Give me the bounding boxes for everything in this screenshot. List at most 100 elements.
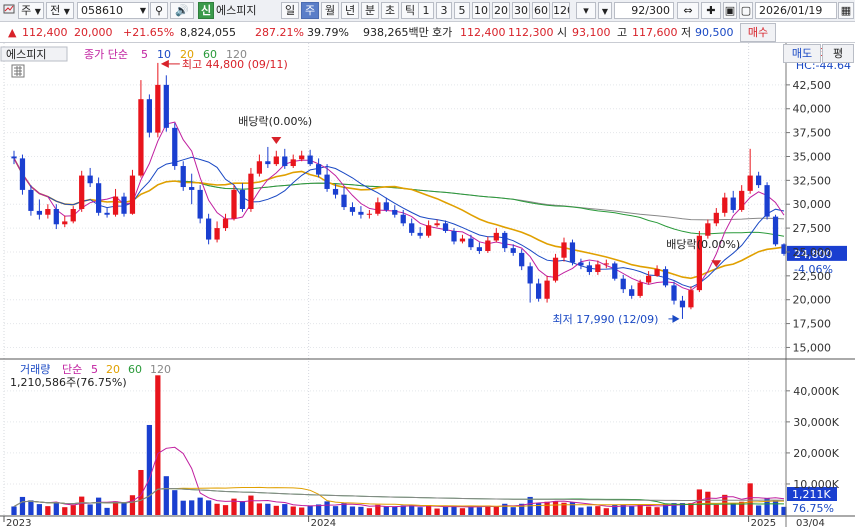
search-button[interactable]: ⚲: [150, 2, 168, 19]
candle-body: [468, 238, 474, 248]
volume-bar: [493, 506, 499, 515]
price-infobar: ▲ 112,400 20,000 +21.65% 8,824,055 287.2…: [0, 22, 855, 43]
chevron-down-icon: ▼: [34, 7, 41, 16]
candle-body: [383, 202, 389, 210]
price-legend-title: 종가 단순: [84, 48, 128, 61]
candle-body: [645, 275, 652, 283]
volume-bar: [172, 490, 178, 515]
market-select[interactable]: 주 ▼: [18, 2, 44, 19]
number-tab-60[interactable]: 60: [532, 2, 550, 19]
volume-bar: [696, 489, 703, 515]
volume-bar: [510, 507, 516, 515]
candle-body: [11, 156, 17, 159]
volume-bar: [417, 507, 423, 515]
volume-ratio: 287.21%: [255, 26, 304, 39]
candle-body: [671, 285, 677, 301]
volume-bar: [392, 506, 398, 515]
buy-button[interactable]: 매수: [740, 23, 776, 42]
save-button[interactable]: ▣: [723, 2, 737, 19]
candle-body: [95, 183, 102, 213]
calendar-icon: ▦: [840, 4, 852, 17]
period-dropdown[interactable]: ▼: [598, 2, 612, 19]
period-tab-4[interactable]: 분: [361, 2, 379, 19]
candle-body: [205, 218, 212, 240]
number-tab-30[interactable]: 30: [512, 2, 530, 19]
candle-body: [519, 252, 525, 267]
candle-body: [366, 213, 373, 215]
price-tick-label: 30,000: [793, 198, 832, 211]
number-tab-5[interactable]: 5: [454, 2, 470, 19]
candle-body: [603, 263, 609, 265]
candle-body: [561, 242, 567, 258]
volume-bar: [62, 507, 68, 515]
lock-button[interactable]: ▢: [739, 2, 753, 19]
chart-type-icon[interactable]: [2, 2, 16, 19]
volume-bar: [730, 503, 736, 515]
x-tick-label: 2023: [6, 518, 31, 527]
turnover-rate: 39.79%: [307, 26, 349, 39]
volume-bar: [569, 502, 576, 515]
volume-bar: [87, 504, 93, 515]
period-tab-6[interactable]: 틱: [401, 2, 419, 19]
number-tab-1[interactable]: 1: [418, 2, 434, 19]
period-tab-1[interactable]: 주: [301, 2, 319, 19]
period-tab-3[interactable]: 년: [341, 2, 359, 19]
market-alt-select[interactable]: 전 ▼: [46, 2, 74, 19]
volume-bar: [366, 508, 373, 515]
candle-body: [392, 209, 398, 215]
tools-button[interactable]: ✚: [701, 2, 721, 19]
candle-body: [19, 158, 26, 190]
quote-label: 호가: [432, 26, 453, 39]
candle-body: [62, 221, 68, 225]
stock-code-input[interactable]: 058610 ▼: [77, 2, 149, 19]
open-label: 시: [557, 26, 568, 39]
volume-tick-label: 10,000K: [793, 478, 839, 491]
candle-body: [197, 189, 203, 219]
eval-button[interactable]: 평: [822, 44, 854, 63]
sell-button[interactable]: 매도: [783, 44, 821, 63]
volume-bar: [265, 503, 271, 515]
sound-button[interactable]: 🔊: [170, 2, 194, 19]
price-tick-label: 20,000: [793, 294, 832, 307]
candle-body: [163, 84, 169, 128]
candle-body: [307, 155, 313, 165]
price-tick-label: 22,500: [793, 270, 832, 283]
candle-body: [739, 190, 745, 210]
candle-body: [442, 223, 449, 231]
period-tab-0[interactable]: 일: [281, 2, 299, 19]
date-input[interactable]: 2026/01/19: [755, 2, 837, 19]
high-note: 최고 44,800 (09/11): [182, 58, 288, 71]
calendar-button[interactable]: ▦: [838, 2, 854, 19]
number-tab-120[interactable]: 120: [552, 2, 570, 19]
price-tick-label: 27,500: [793, 222, 832, 235]
number-tab-20[interactable]: 20: [492, 2, 510, 19]
candle-body: [544, 280, 550, 299]
volume-bar: [104, 507, 110, 515]
bar-count[interactable]: 92/300: [614, 2, 674, 19]
chevron-down-icon: ▼: [63, 7, 70, 16]
change-percent: +21.65%: [123, 26, 175, 39]
candle-body: [290, 159, 296, 167]
period-tab-5[interactable]: 초: [381, 2, 399, 19]
zoom-button[interactable]: ⇔: [677, 2, 699, 19]
stock-name: 에스피지: [216, 4, 257, 17]
volume-bar: [53, 502, 59, 515]
volume-bar: [189, 500, 195, 515]
volume-bar: [603, 508, 609, 515]
candle-body: [755, 175, 762, 186]
number-tab-10[interactable]: 10: [472, 2, 490, 19]
candle-body: [527, 266, 533, 284]
number-tab-3[interactable]: 3: [436, 2, 452, 19]
candle-body: [688, 290, 694, 308]
volume-bar: [205, 500, 212, 515]
period-tab-2[interactable]: 월: [321, 2, 339, 19]
volume-bar: [595, 506, 601, 515]
trade-amount: 938,265백만: [363, 26, 429, 39]
volume-bar: [400, 505, 406, 515]
candle-body: [722, 197, 728, 213]
candle-body: [231, 189, 237, 219]
candle-body: [155, 84, 161, 133]
stock-chart[interactable]: 에스피지종가 단순5102060120LC:37.85HC:-44.64최고 4…: [0, 43, 855, 527]
chevron-down-icon: ▼: [601, 7, 609, 16]
chart-options-button[interactable]: ▾: [576, 2, 596, 19]
